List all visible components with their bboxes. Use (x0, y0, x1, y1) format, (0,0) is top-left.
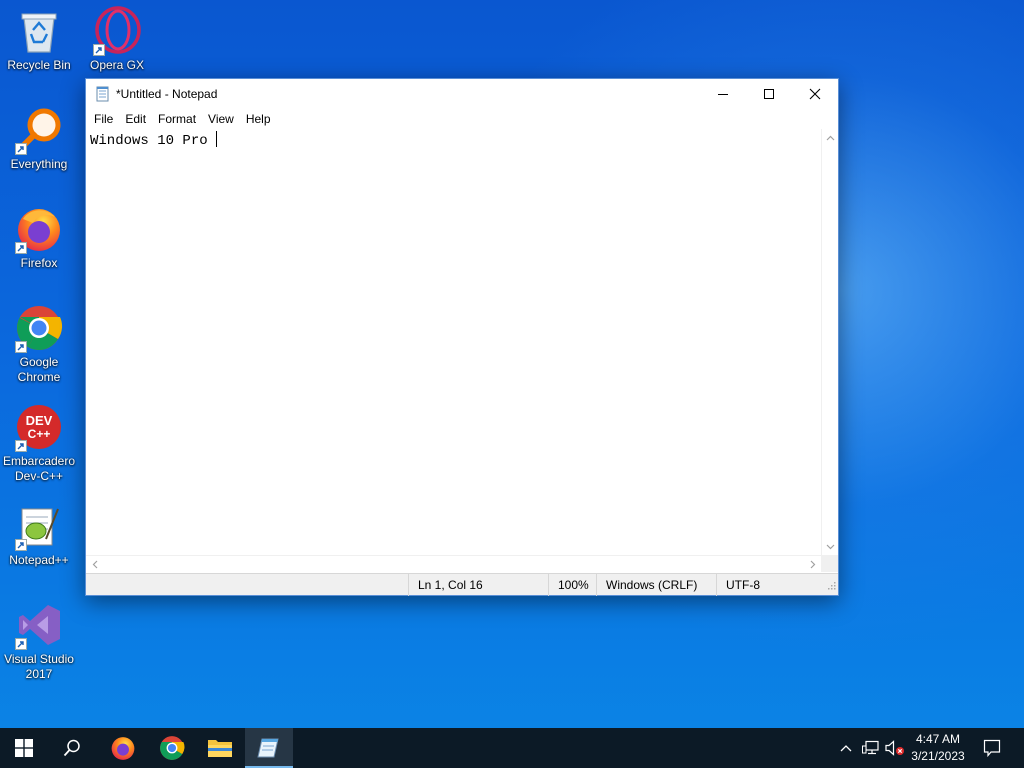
start-button[interactable] (0, 728, 48, 768)
title-bar[interactable]: *Untitled - Notepad (86, 79, 838, 109)
window-title: *Untitled - Notepad (116, 87, 218, 101)
network-tray-button[interactable] (860, 728, 882, 768)
notepad-window: *Untitled - Notepad File Edit Format Vie… (85, 78, 839, 596)
start-icon (15, 739, 33, 757)
desktop-icon-opera-gx[interactable]: Opera GX (78, 6, 156, 73)
taskbar-chrome[interactable] (148, 728, 196, 768)
chevron-up-icon (840, 745, 852, 752)
desktop-icon-notepad-plus-plus[interactable]: Notepad++ (0, 501, 78, 568)
shortcut-arrow-icon (15, 341, 27, 353)
menu-help[interactable]: Help (240, 109, 277, 129)
maximize-button[interactable] (746, 79, 792, 109)
resize-grip-icon[interactable] (827, 579, 836, 593)
menu-bar: File Edit Format View Help (86, 109, 838, 129)
shortcut-arrow-icon (15, 242, 27, 254)
text-content[interactable]: Windows 10 Pro (90, 131, 218, 150)
clock-date: 3/21/2023 (911, 749, 965, 763)
action-center-button[interactable] (978, 728, 1006, 768)
vertical-scrollbar[interactable] (821, 129, 838, 555)
close-button[interactable] (792, 79, 838, 109)
svg-text:C++: C++ (28, 427, 51, 441)
taskbar-file-explorer[interactable] (196, 728, 244, 768)
firefox-icon (111, 737, 135, 760)
status-bar: Ln 1, Col 16 100% Windows (CRLF) UTF-8 (86, 573, 838, 596)
scroll-left-button[interactable] (86, 556, 103, 573)
desktop-icon-everything[interactable]: Everything (0, 105, 78, 172)
notepad-app-icon (95, 86, 111, 102)
clock-time: 4:47 AM (915, 732, 961, 746)
notification-icon (983, 739, 1001, 757)
text-caret (216, 131, 218, 147)
shortcut-arrow-icon (15, 143, 27, 155)
desktop-icon-label: Everything (10, 157, 68, 171)
status-line-endings: Windows (CRLF) (596, 574, 716, 596)
scroll-right-button[interactable] (804, 556, 821, 573)
menu-file[interactable]: File (88, 109, 119, 129)
firefox-icon (13, 204, 65, 254)
volume-tray-button[interactable] (884, 728, 906, 768)
chevron-left-icon (92, 560, 97, 569)
desktop-icon-label: Google Chrome (17, 355, 61, 384)
minimize-icon (718, 94, 728, 95)
desktop-icon-label: Visual Studio 2017 (4, 652, 74, 681)
chrome-icon (160, 736, 185, 760)
desktop-icon-label: Firefox (20, 256, 58, 270)
text-editor-area[interactable] (86, 129, 821, 606)
taskbar: 4:47 AM 3/21/2023 (0, 728, 1024, 768)
volume-muted-icon (885, 740, 904, 756)
chevron-up-icon (826, 135, 835, 140)
desktop-icon-visual-studio[interactable]: Visual Studio 2017 (0, 600, 78, 682)
desktop-icon-label: Opera GX (89, 58, 145, 72)
status-zoom: 100% (548, 574, 596, 596)
scroll-down-button[interactable] (822, 538, 839, 555)
taskbar-notepad[interactable] (245, 728, 293, 768)
chevron-down-icon (826, 544, 835, 549)
desktop-icon-google-chrome[interactable]: Google Chrome (0, 303, 78, 385)
file-explorer-icon (208, 740, 232, 757)
desktop-icon-label: Notepad++ (9, 553, 69, 567)
opera-gx-icon (91, 6, 143, 56)
network-icon (862, 740, 879, 755)
horizontal-scrollbar[interactable] (86, 555, 821, 572)
search-button[interactable] (48, 728, 96, 768)
desktop-icon-firefox[interactable]: Firefox (0, 204, 78, 271)
desktop-icon-label: Recycle Bin (7, 58, 71, 72)
chrome-icon (13, 303, 65, 353)
dev-cpp-icon: DEV C++ (13, 402, 65, 452)
scroll-up-button[interactable] (822, 129, 839, 146)
visual-studio-icon (13, 600, 65, 650)
maximize-icon (764, 89, 774, 99)
status-cursor-position: Ln 1, Col 16 (408, 574, 548, 596)
desktop-icon-dev-cpp[interactable]: DEV C++ Embarcadero Dev-C++ (0, 402, 78, 484)
menu-view[interactable]: View (202, 109, 240, 129)
search-icon (63, 739, 80, 757)
menu-format[interactable]: Format (152, 109, 202, 129)
show-hidden-icons-button[interactable] (836, 728, 856, 768)
taskbar-firefox[interactable] (99, 728, 147, 768)
editor-text: Windows 10 Pro (90, 133, 217, 149)
close-icon (809, 88, 821, 100)
notepad-plus-plus-icon (13, 501, 65, 551)
chevron-right-icon (810, 560, 815, 569)
shortcut-arrow-icon (93, 44, 105, 56)
shortcut-arrow-icon (15, 539, 27, 551)
recycle-bin-icon (13, 6, 65, 56)
taskbar-clock[interactable]: 4:47 AM 3/21/2023 (904, 731, 972, 765)
notepad-icon (257, 738, 279, 758)
status-encoding: UTF-8 (716, 574, 826, 596)
everything-search-icon (13, 105, 65, 155)
svg-text:DEV: DEV (26, 413, 53, 428)
shortcut-arrow-icon (15, 440, 27, 452)
menu-edit[interactable]: Edit (119, 109, 152, 129)
scrollbar-corner (821, 555, 838, 572)
desktop-icon-recycle-bin[interactable]: Recycle Bin (0, 6, 78, 73)
minimize-button[interactable] (700, 79, 746, 109)
shortcut-arrow-icon (15, 638, 27, 650)
desktop-icon-label: Embarcadero Dev-C++ (2, 454, 76, 483)
